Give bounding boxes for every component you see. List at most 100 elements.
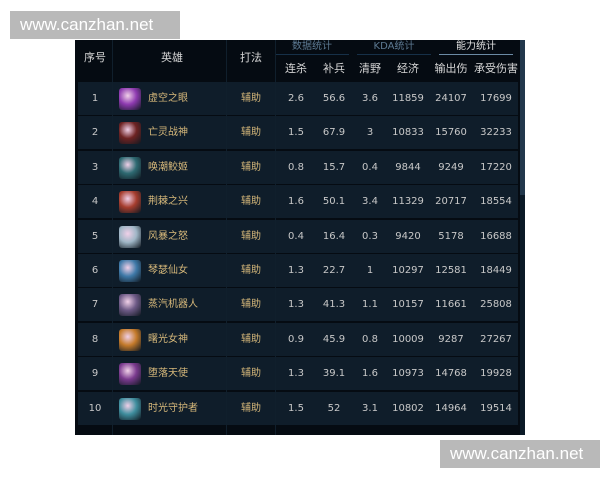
stat-jungle: 1 — [366, 265, 374, 276]
stat-cs: 52 — [327, 402, 341, 414]
stat-gold: 10833 — [392, 127, 424, 139]
table-row[interactable]: 2 亡灵战神 辅助 1.5 67.9 3 10833 15760 32233 — [78, 116, 518, 150]
stat-kills: 2.6 — [288, 93, 304, 104]
stat-damage-taken: 19514 — [480, 402, 512, 414]
table-row[interactable]: 1 虚空之眼 辅助 2.6 56.6 3.6 11859 24107 17699 — [78, 82, 518, 115]
table-row[interactable]: 4 荆棘之兴 辅助 1.6 50.1 3.4 11329 20717 18554 — [78, 185, 518, 219]
stat-gold: 9844 — [395, 161, 421, 173]
blitzcrank-portrait-icon — [119, 294, 141, 317]
row-index: 1 — [91, 93, 99, 104]
table-row[interactable]: 10 时光守护者 辅助 1.5 52 3.1 10802 14964 19514 — [78, 391, 518, 425]
stat-cs: 45.9 — [322, 333, 346, 345]
sona-portrait-icon — [119, 260, 141, 282]
hero-name[interactable]: 琴瑟仙女 — [148, 254, 188, 287]
row-index: 4 — [91, 196, 99, 208]
hero-role: 辅助 — [241, 161, 261, 173]
zyra-portrait-icon — [119, 191, 141, 214]
hero-role: 辅助 — [241, 196, 261, 208]
column-divider — [275, 40, 276, 435]
stat-damage-taken: 25808 — [480, 299, 512, 311]
table-row[interactable]: 9 堕落天使 辅助 1.3 39.1 1.6 10973 14768 19928 — [78, 357, 518, 391]
column-divider — [112, 40, 113, 435]
stat-gold: 11859 — [392, 93, 424, 104]
stat-damage-taken: 32233 — [480, 127, 512, 139]
hero-role: 辅助 — [241, 299, 261, 311]
stat-jungle: 3.1 — [362, 402, 378, 414]
hero-name[interactable]: 虚空之眼 — [148, 82, 188, 115]
table-row[interactable]: 5 风暴之怒 辅助 0.4 16.4 0.3 9420 5178 16688 — [78, 219, 518, 253]
stat-gold: 10009 — [392, 333, 424, 345]
hero-name[interactable]: 亡灵战神 — [148, 116, 188, 149]
stat-damage-taken: 18449 — [480, 265, 512, 276]
stat-damage-taken: 17220 — [480, 161, 512, 173]
scrollbar[interactable] — [520, 40, 525, 435]
tab-data-stats[interactable]: 数据统计 — [275, 40, 349, 55]
column-header-role: 打法 — [240, 51, 262, 64]
column-header-cs: 补兵 — [323, 62, 345, 75]
stat-cs: 56.6 — [322, 93, 346, 104]
row-index: 9 — [91, 368, 99, 380]
stat-kills: 1.3 — [288, 299, 304, 311]
stat-jungle: 0.8 — [362, 333, 378, 345]
stat-gold: 10973 — [392, 368, 424, 380]
stat-gold: 10297 — [392, 265, 424, 276]
stat-jungle: 3 — [366, 127, 374, 139]
stat-cs: 39.1 — [322, 368, 346, 380]
stats-tabs: 数据统计 KDA统计 能力统计 — [275, 40, 513, 56]
stat-jungle: 1.6 — [362, 368, 378, 380]
morgana-portrait-icon — [119, 363, 141, 386]
leona-portrait-icon — [119, 328, 141, 351]
hero-name[interactable]: 风暴之怒 — [148, 220, 188, 253]
stat-jungle: 3.4 — [362, 196, 378, 208]
hero-name[interactable]: 蒸汽机器人 — [148, 288, 198, 321]
stat-damage-dealt: 15760 — [435, 127, 467, 139]
stat-kills: 0.9 — [288, 333, 304, 345]
stat-jungle: 3.6 — [362, 93, 378, 104]
hero-name[interactable]: 时光守护者 — [148, 392, 198, 425]
tab-kda-stats[interactable]: KDA统计 — [357, 40, 431, 55]
hero-role: 辅助 — [241, 368, 261, 380]
stat-kills: 0.8 — [288, 161, 304, 173]
column-header-index: 序号 — [84, 51, 106, 64]
stat-damage-dealt: 9287 — [438, 333, 464, 345]
stat-damage-dealt: 20717 — [435, 196, 467, 208]
column-header-damage-dealt: 输出伤害 — [434, 62, 468, 95]
column-header-jungle: 清野 — [359, 62, 381, 75]
stat-kills: 1.6 — [288, 196, 304, 208]
table-row[interactable]: 8 曙光女神 辅助 0.9 45.9 0.8 10009 9287 27267 — [78, 322, 518, 356]
row-index: 10 — [88, 402, 102, 414]
stat-jungle: 0.4 — [362, 161, 378, 173]
stat-damage-taken: 16688 — [480, 230, 512, 242]
hero-name[interactable]: 堕落天使 — [148, 357, 188, 390]
hero-role: 辅助 — [241, 127, 261, 139]
stat-gold: 10157 — [392, 299, 424, 311]
column-header-damage-taken: 承受伤害 — [474, 62, 518, 75]
column-divider — [226, 40, 227, 435]
hero-role: 辅助 — [241, 333, 261, 345]
hero-name[interactable]: 唤潮鲛姬 — [148, 151, 188, 184]
scrollbar-thumb[interactable] — [520, 40, 525, 195]
zilean-portrait-icon — [119, 397, 141, 420]
row-index: 2 — [91, 127, 99, 139]
table-row[interactable]: 6 琴瑟仙女 辅助 1.3 22.7 1 10297 12581 18449 — [78, 254, 518, 287]
stat-damage-dealt: 14964 — [435, 402, 467, 414]
stat-damage-taken: 18554 — [480, 196, 512, 208]
hero-name[interactable]: 荆棘之兴 — [148, 185, 188, 218]
stat-cs: 67.9 — [322, 127, 346, 139]
hero-role: 辅助 — [241, 93, 261, 104]
nami-portrait-icon — [119, 156, 141, 179]
tab-ability-stats[interactable]: 能力统计 — [439, 40, 513, 55]
table-row[interactable]: 7 蒸汽机器人 辅助 1.3 41.3 1.1 10157 11661 25808 — [78, 288, 518, 322]
hero-name[interactable]: 曙光女神 — [148, 323, 188, 356]
stat-gold: 11329 — [392, 196, 424, 208]
sion-portrait-icon — [119, 122, 141, 145]
stat-gold: 9420 — [395, 230, 421, 242]
stat-jungle: 1.1 — [362, 299, 378, 311]
watermark-top: www.canzhan.net — [10, 11, 180, 39]
stat-kills: 0.4 — [288, 230, 304, 242]
hero-stats-panel: 数据统计 KDA统计 能力统计 序号 英雄 打法 连杀 补兵 清野 经济 输出伤… — [75, 40, 525, 435]
hero-role: 辅助 — [241, 402, 261, 414]
stat-kills: 1.5 — [288, 402, 304, 414]
hero-role: 辅助 — [241, 230, 261, 242]
table-row[interactable]: 3 唤潮鲛姬 辅助 0.8 15.7 0.4 9844 9249 17220 — [78, 150, 518, 184]
